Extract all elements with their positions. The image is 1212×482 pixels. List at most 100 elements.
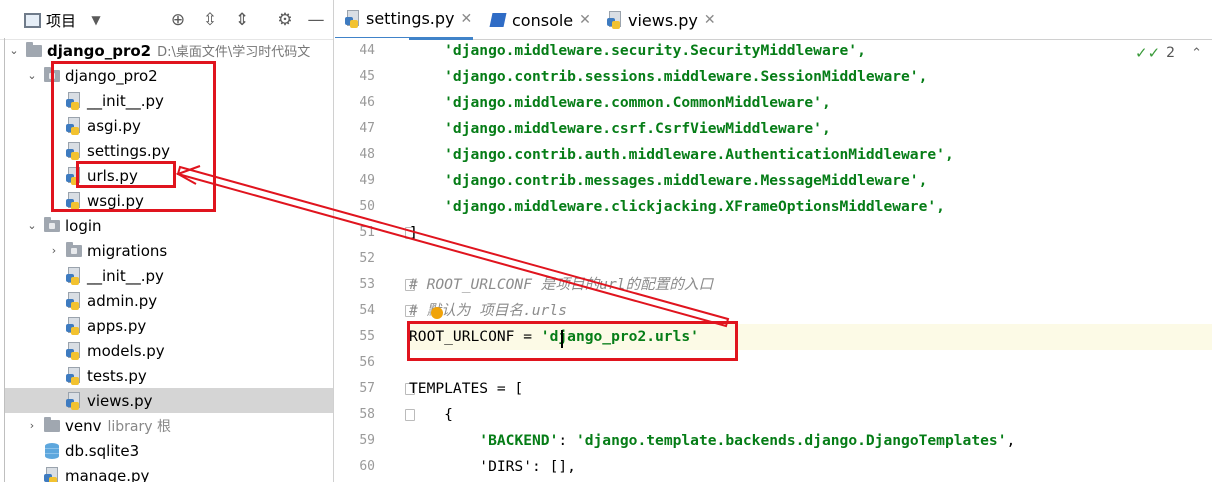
tree-item-root[interactable]: ⌄ django_pro2 D:\桌面文件\学习时代码文 [5,38,333,63]
chevron-down-icon[interactable]: ⌄ [25,219,39,232]
code-line: # ROOT_URLCONF 是项目的url的配置的入口 [409,276,714,293]
close-icon[interactable]: ✕ [461,11,473,27]
collapse-all-icon[interactable]: ⇕ [232,10,252,30]
chevron-right-icon[interactable]: › [47,244,61,257]
tree-item-models-py[interactable]: models.py [5,338,333,363]
chevron-down-icon[interactable]: ⌄ [7,44,21,57]
code-line: { [409,406,453,423]
python-file-icon [65,266,83,285]
code-area[interactable]: 'django.middleware.security.SecurityMidd… [409,38,1212,482]
lightbulb-icon[interactable] [431,307,443,319]
close-icon[interactable]: ✕ [704,12,716,28]
code-line: 'django.middleware.clickjacking.XFrameOp… [409,198,945,215]
close-icon[interactable]: ✕ [579,12,591,28]
chevron-right-icon[interactable]: › [25,419,39,432]
code-line: TEMPLATES = [ [409,380,524,397]
locate-file-icon[interactable]: ⊕ [168,10,188,30]
code-line: 'django.middleware.csrf.CsrfViewMiddlewa… [409,120,831,137]
tree-item-tests-py[interactable]: tests.py [5,363,333,388]
tree-item-label: db.sqlite3 [65,441,140,460]
line-number: 46 [359,95,375,110]
line-number: 47 [359,121,375,136]
tab-label: console [512,10,574,30]
tab-views-py[interactable]: views.py ✕ [597,0,717,40]
tree-item-venv[interactable]: › venv library 根 [5,413,333,438]
tree-item-login-init-py[interactable]: __init__.py [5,263,333,288]
tree-item-db-sqlite3[interactable]: db.sqlite3 [5,438,333,463]
line-number: 54 [359,303,375,318]
line-number: 50 [359,199,375,214]
line-number: 57 [359,381,375,396]
python-file-icon [65,316,83,335]
line-number: 44 [359,43,375,58]
project-view-icon [22,10,42,30]
chevron-up-icon[interactable]: ⌃ [1191,46,1202,61]
tree-item-admin-py[interactable]: admin.py [5,288,333,313]
python-file-icon [43,466,61,482]
python-file-icon [345,9,361,28]
code-editor: settings.py ✕ console ✕ views.py ✕ 44 45… [335,0,1212,482]
code-line: 'django.contrib.auth.middleware.Authenti… [409,146,954,163]
folder-icon [43,416,61,435]
chevron-down-icon[interactable]: ⌄ [25,69,39,82]
tree-item-label: migrations [87,241,168,260]
tree-item-apps-py[interactable]: apps.py [5,313,333,338]
python-file-icon [65,391,83,410]
tree-item-label: apps.py [87,316,147,335]
editor-tab-bar: settings.py ✕ console ✕ views.py ✕ [335,0,1212,40]
tree-item-label: tests.py [87,366,147,385]
checkmark-icon: ✓✓ [1135,44,1161,62]
tree-item-label: login [65,216,102,235]
tab-label: views.py [628,10,698,30]
annotation-box-package [51,61,216,212]
folder-icon [25,41,43,60]
project-panel-title[interactable]: 项目 [46,10,76,31]
line-number: 48 [359,147,375,162]
tree-item-path: D:\桌面文件\学习时代码文 [157,45,311,60]
tab-console[interactable]: console ✕ [481,0,593,40]
tree-item-label: __init__.py [87,266,164,285]
console-icon [489,13,507,27]
line-number: 55 [359,329,375,344]
line-number: 52 [359,251,375,266]
project-toolbar: 项目 ▼ ⊕ ⇳ ⇕ ⚙ — [0,0,333,40]
tree-item-label: models.py [87,341,165,360]
line-number: 51 [359,225,375,240]
tree-item-label: views.py [87,391,153,410]
python-file-icon [65,341,83,360]
tree-item-label: venv [65,416,102,435]
inspection-widget[interactable]: ✓✓ 2 ⌃ ⌄ [1135,44,1212,62]
code-line: 'django.contrib.sessions.middleware.Sess… [409,68,928,85]
code-line: 'DIRS': [], [409,458,576,475]
annotation-box-urls [76,161,176,188]
chevron-down-icon[interactable]: ▼ [86,10,106,30]
tree-item-migrations-package[interactable]: › migrations [5,238,333,263]
gear-icon[interactable]: ⚙ [275,10,295,30]
tree-item-label: django_pro2 [47,41,152,60]
line-number: 60 [359,459,375,474]
code-line: 'django.middleware.security.SecurityMidd… [409,42,866,59]
line-number: 45 [359,69,375,84]
tree-item-login-package[interactable]: ⌄ login [5,213,333,238]
annotation-box-root-urlconf [407,321,738,361]
code-line: 'django.contrib.messages.middleware.Mess… [409,172,928,189]
expand-all-icon[interactable]: ⇳ [200,10,220,30]
tree-item-views-py[interactable]: views.py [5,388,333,413]
tree-item-hint: library 根 [107,418,172,435]
tree-item-label: admin.py [87,291,158,310]
python-file-icon [65,366,83,385]
tab-label: settings.py [366,9,455,28]
hide-panel-icon[interactable]: — [306,10,326,30]
tab-settings-py[interactable]: settings.py ✕ [335,0,473,40]
package-folder-icon [43,216,61,235]
line-number: 53 [359,277,375,292]
python-file-icon [607,11,623,29]
line-number: 49 [359,173,375,188]
package-folder-icon [65,241,83,260]
code-line: ] [409,224,418,241]
database-icon [43,442,61,460]
tree-item-manage-py[interactable]: manage.py [5,463,333,482]
line-number-gutter: 44 45 46 47 48 49 50 51 52 53 54 55 56 5… [335,38,415,482]
line-number: 59 [359,433,375,448]
